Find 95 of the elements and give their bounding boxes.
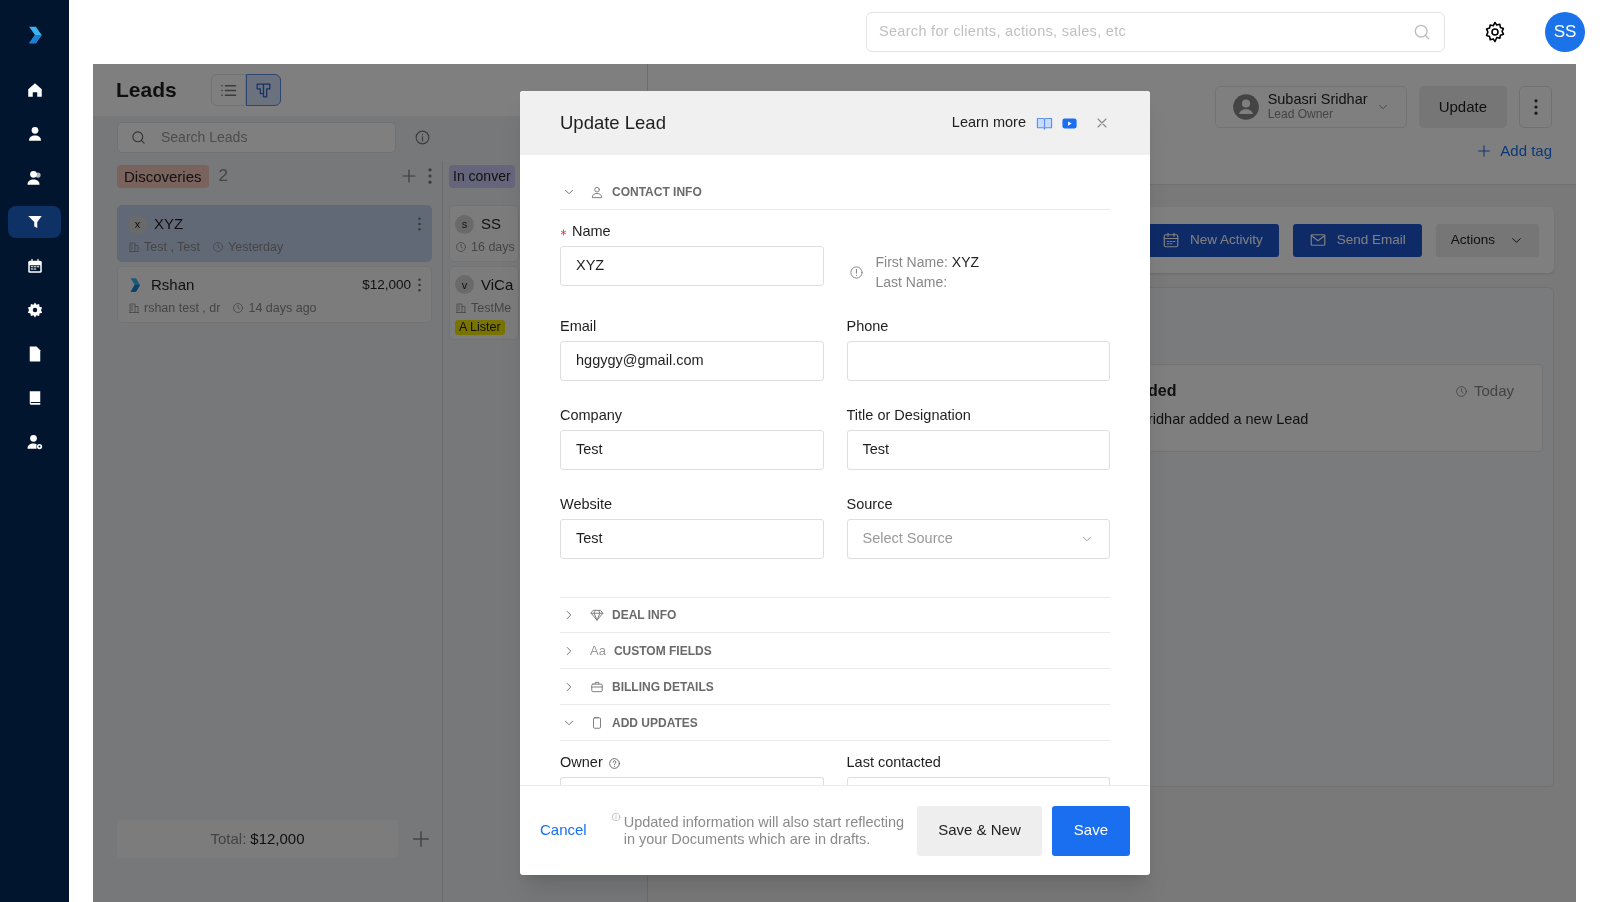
lead-amount: $12,000 bbox=[362, 275, 411, 294]
action-button[interactable]: Actions bbox=[1435, 223, 1540, 257]
footer-note: Updated information will also start reflecting in your Documents which are in drafts. bbox=[623, 814, 906, 847]
section-header[interactable]: DEAL INFO bbox=[560, 597, 1110, 633]
input-field[interactable] bbox=[846, 777, 1110, 785]
input-field[interactable]: Test bbox=[846, 430, 1110, 470]
add-icon[interactable] bbox=[410, 828, 432, 850]
activity-time: Today bbox=[1473, 380, 1514, 401]
lead-name: Rshan bbox=[151, 274, 196, 295]
calendar-icon bbox=[1162, 231, 1180, 249]
action-button[interactable]: Send Email bbox=[1292, 223, 1422, 257]
view-toggle[interactable] bbox=[245, 74, 281, 106]
mail-icon bbox=[1308, 231, 1327, 249]
info-icon bbox=[610, 812, 621, 822]
building-icon bbox=[128, 302, 140, 315]
input-field[interactable]: Test bbox=[560, 430, 824, 470]
select-field[interactable]: Select Source bbox=[846, 519, 1110, 559]
settings-icon[interactable] bbox=[1483, 20, 1507, 44]
user-gear-icon bbox=[25, 433, 44, 451]
cancel-link[interactable]: Cancel bbox=[540, 819, 587, 842]
search-placeholder: Search for clients, actions, sales, etc bbox=[879, 22, 1128, 42]
section-header[interactable]: ADD UPDATES bbox=[560, 705, 1110, 741]
field-label: Title or Designation bbox=[846, 406, 971, 426]
info-label: Last Name: bbox=[875, 273, 949, 292]
building-icon bbox=[128, 241, 140, 254]
owner-name: Subasri Sridhar bbox=[1267, 92, 1368, 107]
save-button[interactable]: Save bbox=[1051, 805, 1130, 856]
field-label: Website bbox=[560, 495, 613, 515]
input-field[interactable]: hggygy@gmail.com bbox=[560, 341, 824, 381]
learn-more-link[interactable]: Learn more bbox=[951, 112, 1026, 134]
user-avatar[interactable]: SS bbox=[1545, 12, 1585, 52]
add-icon[interactable] bbox=[400, 167, 418, 185]
column-tag: Discoveries bbox=[117, 164, 209, 188]
info-icon bbox=[414, 129, 431, 146]
avatar: x bbox=[128, 214, 147, 234]
more-icon[interactable] bbox=[428, 168, 432, 184]
lead-name: ViCa bbox=[481, 274, 514, 295]
gear-icon bbox=[25, 301, 44, 319]
more-icon bbox=[1533, 99, 1538, 115]
section-header[interactable]: BILLING DETAILS bbox=[560, 669, 1110, 705]
warning-icon bbox=[848, 264, 864, 280]
clipboard-icon bbox=[590, 715, 604, 730]
add-tag-link[interactable]: Add tag bbox=[1476, 140, 1552, 163]
plus-icon bbox=[1476, 143, 1493, 160]
required-icon bbox=[560, 228, 567, 236]
building-icon bbox=[455, 302, 467, 315]
home-icon bbox=[25, 81, 44, 99]
info-label: First Name: bbox=[875, 253, 948, 272]
clock-icon bbox=[232, 302, 245, 315]
owner-selector[interactable]: Subasri Sridhar Lead Owner bbox=[1214, 86, 1407, 128]
search-icon bbox=[1412, 22, 1432, 42]
field-label: Last contacted bbox=[846, 753, 941, 773]
lead-name: XYZ bbox=[154, 213, 185, 234]
briefcase-icon bbox=[590, 679, 604, 694]
input-field[interactable] bbox=[560, 777, 824, 785]
help-icon bbox=[607, 756, 621, 770]
field-label: Phone bbox=[846, 317, 889, 337]
field-label: Source bbox=[846, 495, 893, 515]
update-button[interactable]: Update bbox=[1418, 86, 1507, 128]
field-label: Name bbox=[572, 222, 611, 242]
clock-icon bbox=[212, 241, 225, 254]
column-tag: In conver bbox=[449, 164, 515, 188]
person-icon bbox=[590, 184, 604, 199]
field-label: Company bbox=[560, 406, 623, 426]
avatar: v bbox=[455, 275, 474, 295]
more-icon[interactable] bbox=[418, 217, 421, 231]
calendar-icon bbox=[25, 257, 44, 275]
page-title: Leads bbox=[116, 77, 177, 104]
text-format-icon: Aa bbox=[590, 640, 606, 661]
lead-tag: A Lister bbox=[455, 319, 505, 335]
sidebar-item[interactable] bbox=[8, 206, 61, 238]
field-label: Email bbox=[560, 317, 597, 337]
clock-icon bbox=[1454, 384, 1468, 398]
input-field[interactable]: Test bbox=[560, 519, 824, 559]
owner-role: Lead Owner bbox=[1267, 107, 1334, 122]
section-header[interactable]: Aa CUSTOM FIELDS bbox=[560, 633, 1110, 669]
field-label: Owner bbox=[560, 753, 603, 773]
input-field[interactable]: XYZ bbox=[560, 246, 824, 286]
total-value: $12,000 bbox=[250, 828, 305, 849]
activity-title: ded bbox=[1148, 381, 1178, 401]
users-icon bbox=[25, 169, 44, 187]
input-field[interactable] bbox=[846, 341, 1110, 381]
more-icon[interactable] bbox=[418, 277, 421, 292]
lead-name: SS bbox=[481, 213, 502, 234]
avatar-icon bbox=[1231, 93, 1260, 121]
avatar: s bbox=[455, 214, 474, 234]
save-new-button[interactable]: Save & New bbox=[917, 805, 1042, 856]
section-header[interactable]: CONTACT INFO bbox=[560, 174, 1110, 210]
info-value: XYZ bbox=[951, 253, 980, 272]
modal-title: Update Lead bbox=[560, 111, 667, 136]
clock-icon bbox=[455, 241, 467, 254]
total-label: Total: bbox=[210, 828, 247, 849]
diamond-icon bbox=[590, 608, 604, 622]
search-icon bbox=[130, 129, 147, 146]
more-button[interactable] bbox=[1519, 86, 1552, 128]
